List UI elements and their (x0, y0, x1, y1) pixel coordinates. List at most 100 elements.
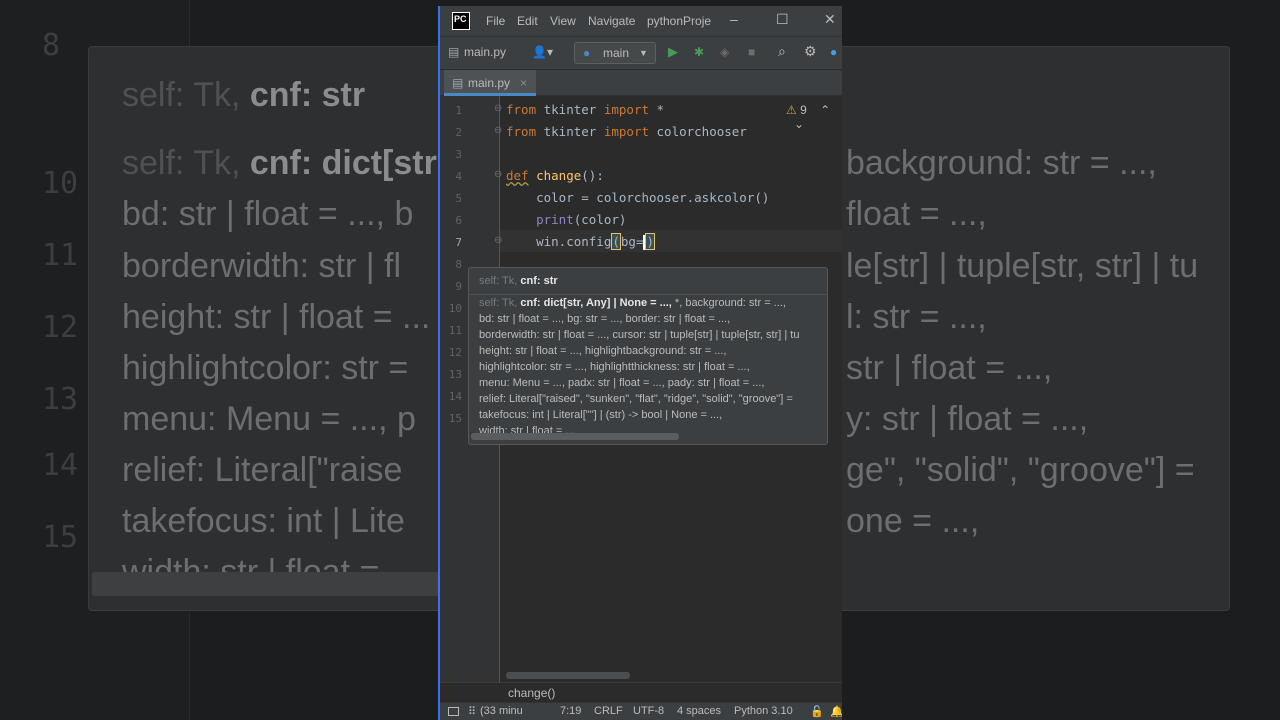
line-number: 12 (448, 346, 462, 359)
fold-icon[interactable]: ⊖ (494, 125, 502, 136)
line-number: 7 (455, 236, 462, 249)
indent-setting[interactable]: 4 spaces (677, 705, 721, 717)
debug-icon[interactable]: ✱ (694, 45, 704, 59)
bg-line-number: 14 (42, 448, 79, 483)
bg-popup-line: self: Tk, cnf: dict[str (122, 144, 437, 182)
minimize-button[interactable]: – (730, 11, 738, 27)
menu-edit[interactable]: Edit (517, 14, 538, 28)
toolbar: ▤ main.py 👤▾ ● main ▼ ▶ ✱ ◈ ■ ⌕ ⚙ ● (440, 36, 842, 70)
bg-popup-scrollbar (92, 572, 492, 596)
coverage-icon[interactable]: ◈ (720, 45, 729, 59)
popup-line: relief: Literal["raised", "sunken", "fla… (479, 393, 793, 405)
line-number: 9 (455, 280, 462, 293)
run-config-label: main (603, 46, 630, 60)
popup-signature-2: self: Tk, cnf: dict[str, Any] | None = .… (479, 297, 786, 309)
popup-separator (469, 294, 827, 295)
popup-scrollbar[interactable] (471, 433, 679, 440)
parameter-info-popup: self: Tk, cnf: str self: Tk, cnf: dict[s… (468, 267, 828, 445)
line-number: 14 (448, 390, 462, 403)
editor-tabs: ▤ main.py × ⋮ (440, 70, 842, 96)
line-number: 1 (455, 104, 462, 117)
python-icon: ● (583, 46, 591, 60)
popup-line: highlightcolor: str = ..., highlightthic… (479, 361, 750, 373)
popup-signature-1: self: Tk, cnf: str (479, 275, 558, 287)
bg-popup-line: highlightcolor: str = (122, 349, 409, 387)
user-icon[interactable]: 👤▾ (532, 45, 553, 59)
bg-line-number: 13 (42, 382, 79, 417)
bg-popup-line: float = ..., (846, 195, 987, 233)
plugin-icon[interactable]: ● (830, 45, 837, 59)
tool-windows-icon[interactable] (448, 707, 459, 716)
popup-line: height: str | float = ..., highlightback… (479, 345, 727, 357)
caret-position[interactable]: 7:19 (560, 705, 581, 717)
popup-line: borderwidth: str | float = ..., cursor: … (479, 329, 800, 341)
bg-line-number: 15 (42, 520, 79, 555)
project-name: pythonProje (647, 14, 712, 28)
toolbar-file-label[interactable]: main.py (464, 45, 506, 59)
tab-close-icon[interactable]: × (520, 76, 527, 90)
menu-view[interactable]: View (550, 14, 576, 28)
popup-line: menu: Menu = ..., padx: str | float = ..… (479, 377, 765, 389)
menu-navigate[interactable]: Navigate (588, 14, 635, 28)
run-icon[interactable]: ▶ (668, 44, 678, 60)
line-number: 15 (448, 412, 462, 425)
tab-label: main.py (468, 76, 511, 90)
line-number: 2 (455, 126, 462, 139)
breadcrumb-item[interactable]: change() (508, 686, 555, 700)
gear-icon[interactable]: ⚙ (804, 43, 817, 60)
line-number: 6 (455, 214, 462, 227)
bg-popup-line: str | float = ..., (846, 349, 1053, 387)
file-encoding[interactable]: UTF-8 (633, 705, 664, 717)
pycharm-logo-icon: PC (452, 12, 470, 30)
bg-popup-line: background: str = ..., (846, 144, 1157, 182)
search-icon[interactable]: ⌕ (778, 43, 786, 60)
fold-icon[interactable]: ⊖ (494, 103, 502, 114)
breadcrumb: change() (440, 682, 842, 702)
editor-horizontal-scrollbar[interactable] (506, 672, 630, 679)
bg-popup-line: one = ..., (846, 502, 980, 540)
chevron-down-icon[interactable]: ⌄ (794, 117, 804, 131)
lock-icon[interactable]: 🔓 (810, 705, 824, 718)
code-line-1: from tkinter import * (506, 102, 665, 117)
line-number: 10 (448, 302, 462, 315)
bell-icon[interactable]: 🔔 (830, 705, 842, 718)
status-bar: ⠿ (33 minu 7:19 CRLF UTF-8 4 spaces Pyth… (440, 702, 842, 720)
run-config-dropdown[interactable]: ● main ▼ (574, 42, 656, 64)
bg-popup-line: height: str | float = ... (122, 298, 431, 336)
python-file-icon: ▤ (448, 45, 460, 59)
line-number: 8 (455, 258, 462, 271)
warning-icon: ⚠ (786, 103, 797, 117)
fold-icon[interactable]: ⊖ (494, 169, 502, 180)
code-line-5: color = colorchooser.askcolor() (506, 190, 770, 205)
bg-popup-line: ge", "solid", "groove"] = (846, 451, 1195, 489)
maximize-button[interactable]: ☐ (776, 11, 789, 28)
code-line-7: win.config(bg=) (506, 233, 655, 250)
bg-popup-line: takefocus: int | Lite (122, 502, 405, 540)
event-log-icon[interactable]: ⠿ (468, 705, 476, 718)
tab-main-py[interactable]: ▤ main.py × (444, 70, 536, 96)
more-tabs-icon[interactable]: ⋮ (838, 75, 842, 89)
code-editor[interactable]: 1 2 3 4 5 6 7 8 9 10 11 12 13 14 15 ⊖ ⊖ … (440, 96, 842, 682)
popup-line: takefocus: int | Literal[""] | (str) -> … (479, 409, 723, 421)
chevron-down-icon: ▼ (639, 48, 648, 58)
bg-popup-line: relief: Literal["raise (122, 451, 403, 489)
popup-line: bd: str | float = ..., bg: str = ..., bo… (479, 313, 731, 325)
code-line-2: from tkinter import colorchooser (506, 124, 747, 139)
fold-icon[interactable]: ⊖ (494, 235, 502, 246)
bg-line-number: 10 (42, 166, 79, 201)
close-button[interactable]: ✕ (824, 11, 836, 28)
status-message[interactable]: (33 minu (480, 705, 523, 717)
line-separator[interactable]: CRLF (594, 705, 623, 717)
inspection-widget[interactable]: ⚠ 9 ⌃ ⌄ (786, 103, 842, 131)
bg-popup-line: self: Tk, cnf: str (122, 76, 366, 114)
title-bar: PC File Edit View Navigate pythonProje –… (440, 6, 842, 36)
bg-popup-line: borderwidth: str | fl (122, 247, 402, 285)
bg-line-number: 12 (42, 310, 79, 345)
chevron-up-icon[interactable]: ⌃ (820, 103, 830, 117)
line-number: 13 (448, 368, 462, 381)
python-interpreter[interactable]: Python 3.10 (734, 705, 793, 717)
line-number: 4 (455, 170, 462, 183)
stop-icon[interactable]: ■ (748, 45, 755, 59)
bg-line-number: 8 (42, 28, 61, 63)
menu-file[interactable]: File (486, 14, 505, 28)
